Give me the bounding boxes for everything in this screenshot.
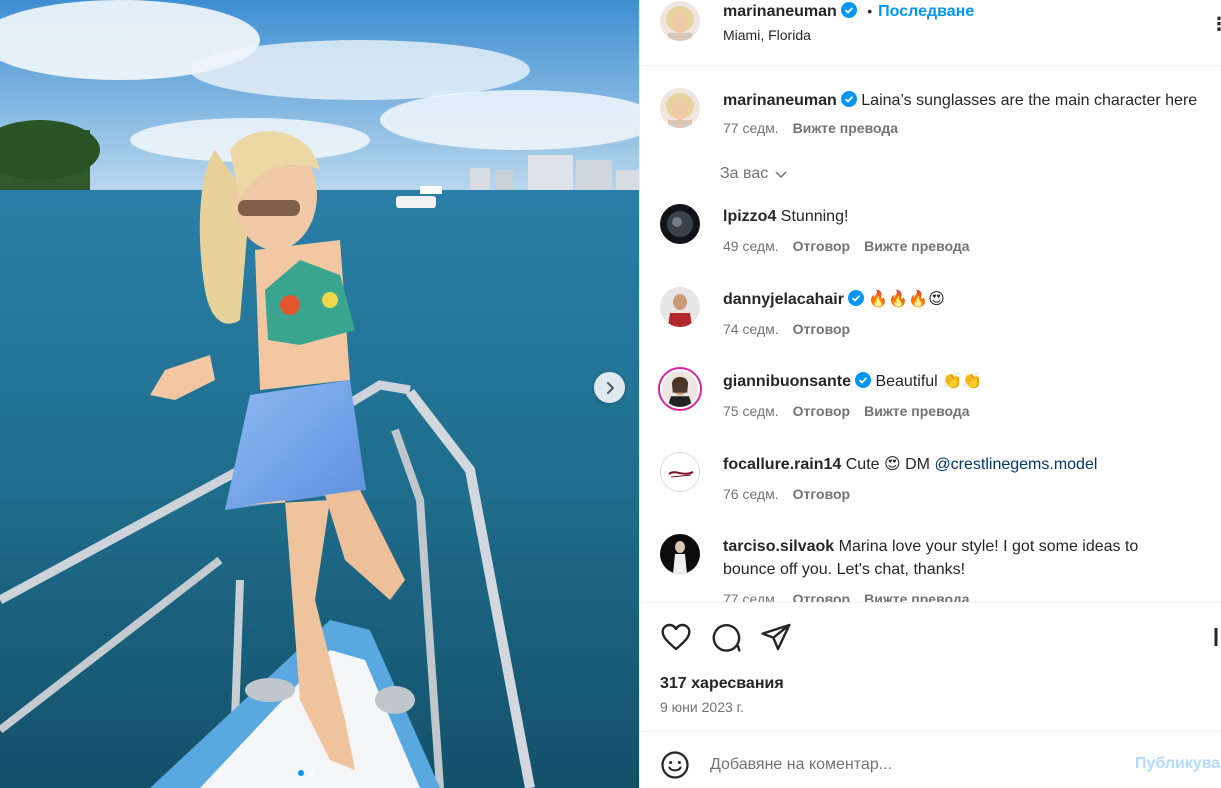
separator-dot: • <box>867 3 873 19</box>
comment-text-row: giannibuonsante Beautiful 👏👏 <box>723 370 1213 393</box>
translate-button[interactable]: Вижте превода <box>864 238 969 254</box>
post-photo[interactable] <box>0 0 639 788</box>
comment-username[interactable]: giannibuonsante <box>723 373 851 390</box>
publish-button[interactable]: Публикуване <box>1135 755 1221 773</box>
comment-username[interactable]: lpizzo4 <box>723 208 776 225</box>
instagram-post-modal: marinaneuman • Последване Miami, Florida … <box>0 0 1221 788</box>
follow-button[interactable]: Последване <box>878 3 974 20</box>
comment-text: 🔥🔥🔥😍 <box>868 291 945 308</box>
caption-text-row: marinaneuman Laina’s sunglasses are the … <box>723 89 1213 112</box>
comment-composer: Публикуване <box>640 731 1221 788</box>
caption-time[interactable]: 77 седм. <box>723 120 779 136</box>
photo-scene <box>0 0 639 788</box>
translate-button[interactable]: Вижте превода <box>864 591 969 602</box>
verified-badge-icon <box>847 290 864 306</box>
post-date[interactable]: 9 юни 2023 г. <box>660 699 744 715</box>
comment-filter-label: За вас <box>720 165 769 182</box>
reply-button[interactable]: Отговор <box>793 238 850 254</box>
comment-time[interactable]: 76 седм. <box>723 486 779 502</box>
share-paper-plane-icon[interactable] <box>760 621 792 653</box>
author-row: marinaneuman • Последване <box>723 2 974 21</box>
comment-text-row: tarciso.silvaok Marina love your style! … <box>723 535 1193 581</box>
post-actions: 317 харесвания 9 юни 2023 г. <box>640 602 1221 730</box>
reply-button[interactable]: Отговор <box>793 321 850 337</box>
reply-button[interactable]: Отговор <box>793 486 850 502</box>
commenter-avatar[interactable] <box>660 534 700 574</box>
carousel-indicator <box>298 770 314 776</box>
comment-time[interactable]: 77 седм. <box>723 591 779 602</box>
comment-filter-dropdown[interactable]: За вас <box>720 165 788 183</box>
comments-list[interactable]: marinaneuman Laina’s sunglasses are the … <box>640 66 1221 602</box>
more-icon[interactable]: ⋮ <box>1210 14 1221 35</box>
comment-meta: 49 седм. Отговор Вижте превода <box>723 238 970 254</box>
emoji-smiley-icon[interactable] <box>660 750 690 780</box>
bookmark-icon[interactable] <box>1214 621 1221 653</box>
likes-count[interactable]: 317 харесвания <box>660 675 784 693</box>
commenter-avatar[interactable] <box>660 452 700 492</box>
chevron-down-icon <box>775 171 787 179</box>
translate-button[interactable]: Вижте превода <box>793 120 898 136</box>
comment-text: Cute 😍 DM <box>845 456 930 473</box>
comment-text-row: lpizzo4 Stunning! <box>723 205 1213 228</box>
comment-meta: 77 седм. Отговор Вижте превода <box>723 591 970 602</box>
comment-meta: 75 седм. Отговор Вижте превода <box>723 403 970 419</box>
translate-button[interactable]: Вижте превода <box>864 403 969 419</box>
next-slide-button[interactable] <box>594 372 625 403</box>
comment-text: Stunning! <box>780 208 849 225</box>
comment-bubble-icon[interactable] <box>710 621 742 653</box>
caption-meta: 77 седм. Вижте превода <box>723 120 898 136</box>
post-location[interactable]: Miami, Florida <box>723 27 811 43</box>
carousel-dot-active <box>298 770 304 776</box>
commenter-avatar[interactable] <box>660 204 700 244</box>
post-header: marinaneuman • Последване Miami, Florida … <box>640 0 1221 66</box>
comment-meta: 76 седм. Отговор <box>723 486 850 502</box>
verified-badge-icon <box>840 91 857 107</box>
comment-meta: 74 седм. Отговор <box>723 321 850 337</box>
comment-time[interactable]: 74 седм. <box>723 321 779 337</box>
comment-username[interactable]: tarciso.silvaok <box>723 538 834 555</box>
reply-button[interactable]: Отговор <box>793 403 850 419</box>
author-username[interactable]: marinaneuman <box>723 3 837 20</box>
like-heart-icon[interactable] <box>660 621 692 653</box>
carousel-dot <box>308 770 314 776</box>
comment-text-row: dannyjelacahair 🔥🔥🔥😍 <box>723 288 1213 311</box>
author-avatar[interactable] <box>660 1 700 41</box>
commenter-avatar[interactable] <box>660 287 700 327</box>
reply-button[interactable]: Отговор <box>793 591 850 602</box>
comment-text-row: focallure.rain14 Cute 😍 DM @crestlinegem… <box>723 453 1213 476</box>
author-avatar[interactable] <box>660 88 700 128</box>
verified-badge-icon <box>840 2 857 18</box>
comment-text: Beautiful 👏👏 <box>875 373 983 390</box>
comment-username[interactable]: focallure.rain14 <box>723 456 841 473</box>
comment-time[interactable]: 75 седм. <box>723 403 779 419</box>
comment-time[interactable]: 49 седм. <box>723 238 779 254</box>
verified-badge-icon <box>855 372 871 388</box>
comment-mention-link[interactable]: @crestlinegems.model <box>934 456 1097 473</box>
commenter-avatar-story-ring[interactable] <box>658 367 702 411</box>
comment-username[interactable]: dannyjelacahair <box>723 291 844 308</box>
caption-text: Laina’s sunglasses are the main characte… <box>861 92 1198 109</box>
chevron-right-icon <box>606 381 614 394</box>
caption-username[interactable]: marinaneuman <box>723 92 837 109</box>
post-sidebar: marinaneuman • Последване Miami, Florida … <box>639 0 1221 788</box>
comment-input[interactable] <box>710 752 1110 778</box>
